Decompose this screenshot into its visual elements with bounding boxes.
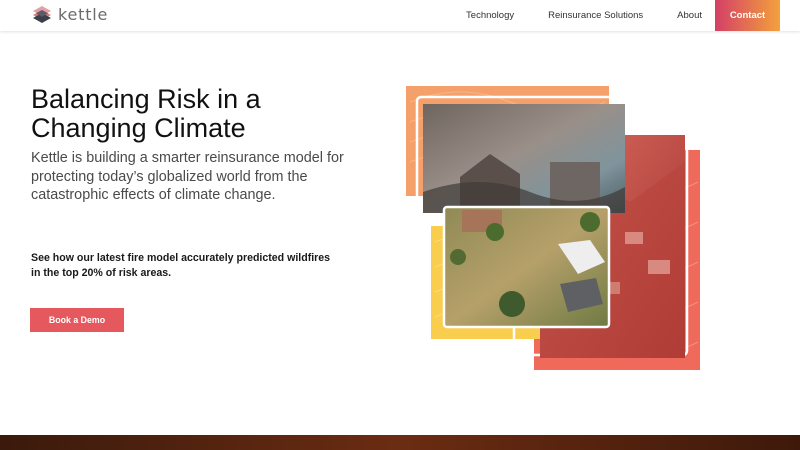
main-nav: Technology Reinsurance Solutions About C… [466,0,780,31]
contact-button[interactable]: Contact [715,0,780,31]
hero-subtitle: Kettle is building a smarter reinsurance… [31,150,344,203]
site-header: kettle Technology Reinsurance Solutions … [0,0,800,31]
nav-technology[interactable]: Technology [466,10,514,21]
kettle-logo-icon [33,6,51,23]
nav-about[interactable]: About [677,10,702,21]
kettle-logo[interactable]: kettle [31,4,108,24]
hero-title: Balancing Risk in a Changing Climate [31,85,261,143]
hero-title-line-2: Changing Climate [31,113,246,143]
book-demo-button[interactable]: Book a Demo [30,308,124,332]
hero-note: See how our latest fire model accurately… [31,252,331,279]
nav-reinsurance-solutions[interactable]: Reinsurance Solutions [548,10,643,21]
next-section-band [0,435,800,450]
logo-text: kettle [58,4,109,24]
smoke-photo [423,104,625,213]
flood-photo [442,205,611,329]
hero-image-collage [406,86,700,370]
hero-title-line-1: Balancing Risk in a [31,84,261,114]
